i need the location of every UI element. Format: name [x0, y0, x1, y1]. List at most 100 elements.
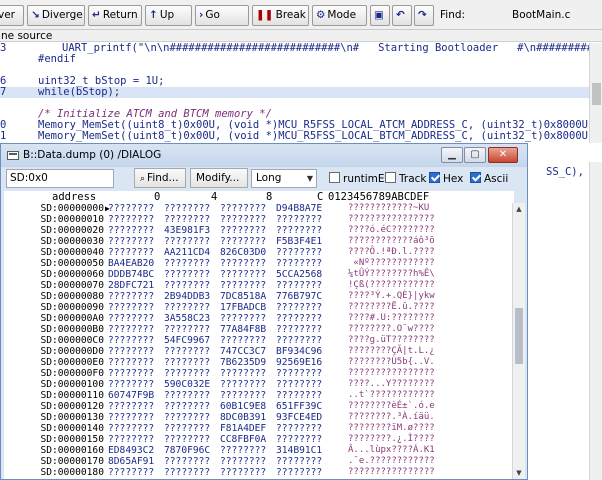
dump-word[interactable]: 776B797C — [276, 291, 336, 302]
dump-word[interactable]: ???????? — [276, 313, 336, 324]
dump-word[interactable]: ???????? — [276, 456, 336, 467]
maximize-button[interactable]: ▢ — [464, 147, 486, 163]
go-button[interactable]: › Go — [195, 5, 249, 26]
dump-word[interactable]: 7B6235D9 — [220, 357, 280, 368]
dump-word[interactable]: ???????? — [276, 280, 336, 291]
dump-word[interactable]: ???????? — [276, 335, 336, 346]
up-button[interactable]: ↑ Up — [145, 5, 192, 26]
runtime-checkbox[interactable]: runtimE — [329, 172, 385, 185]
find-button[interactable]: ⌕ Find... — [134, 168, 186, 188]
dump-word[interactable]: 2B94DDB3 — [164, 291, 224, 302]
dump-word[interactable]: 8DC0B391 — [220, 412, 280, 423]
dump-word[interactable]: D94B8A7E — [276, 203, 336, 214]
dump-scrollbar-thumb[interactable] — [515, 308, 523, 364]
over-button[interactable]: ver — [0, 5, 24, 26]
dump-word[interactable]: ???????? — [220, 225, 280, 236]
dump-word[interactable]: ???????? — [164, 423, 224, 434]
background-scrollbar[interactable] — [589, 162, 602, 480]
diverge-button[interactable]: ↘ Diverge — [27, 5, 85, 26]
break-button[interactable]: ❚❚ Break — [252, 5, 309, 26]
dump-row[interactable]: SD:00000170 8D65AF91?????????????????????… — [4, 456, 512, 467]
dump-word[interactable]: 54FC9967 — [164, 335, 224, 346]
dump-word[interactable]: BF934C96 — [276, 346, 336, 357]
mode-button[interactable]: ⚙ Mode — [312, 5, 367, 26]
dump-word[interactable]: ???????? — [108, 423, 168, 434]
dump-word[interactable]: ???????? — [108, 401, 168, 412]
dump-word[interactable]: 3A558C23 — [164, 313, 224, 324]
dump-word[interactable]: ???????? — [108, 434, 168, 445]
dump-word[interactable]: 590C032E — [164, 379, 224, 390]
dump-word[interactable]: DDDB74BC — [108, 269, 168, 280]
dump-word[interactable]: ???????? — [164, 269, 224, 280]
dump-word[interactable]: ???????? — [108, 412, 168, 423]
dump-word[interactable]: ???????? — [108, 247, 168, 258]
dump-word[interactable]: ???????? — [108, 291, 168, 302]
dump-row[interactable]: SD:000000D0???????????????? 747CC3C7 BF934… — [4, 346, 512, 357]
dump-word[interactable]: ???????? — [276, 368, 336, 379]
dump-word[interactable]: ???????? — [108, 379, 168, 390]
dump-word[interactable]: F81A4DEF — [220, 423, 280, 434]
dump-word[interactable]: ???????? — [164, 456, 224, 467]
dump-word[interactable]: 60B1C9E8 — [220, 401, 280, 412]
dump-word[interactable]: ???????? — [220, 214, 280, 225]
dump-row[interactable]: SD:00000160 ED8493C2 7870F96C???????? 314B9… — [4, 445, 512, 456]
dump-word[interactable]: ???????? — [164, 467, 224, 478]
dump-word[interactable]: 5CCA2568 — [276, 269, 336, 280]
dump-row[interactable]: SD:00000040???????? AA211CD4 826C03D0?????… — [4, 247, 512, 258]
dump-word[interactable]: ???????? — [276, 225, 336, 236]
modify-button[interactable]: Modify... — [190, 168, 248, 188]
dump-word[interactable]: ???????? — [276, 390, 336, 401]
return-button[interactable]: ↵ Return — [88, 5, 142, 26]
dump-word[interactable]: ???????? — [276, 324, 336, 335]
dump-row[interactable]: SD:00000070 28DFC721?????????????????????… — [4, 280, 512, 291]
dump-word[interactable]: CC8FBF0A — [220, 434, 280, 445]
dump-row[interactable]: SD:00000100???????? 590C032E?????????????… — [4, 379, 512, 390]
dump-word[interactable]: ???????? — [164, 236, 224, 247]
dump-word[interactable]: ???????? — [220, 467, 280, 478]
dump-word[interactable]: ???????? — [276, 247, 336, 258]
view-icon-button[interactable]: ▣ — [370, 5, 390, 26]
scroll-down-icon[interactable]: ▼ — [514, 468, 524, 478]
track-checkbox[interactable]: Track — [385, 172, 426, 185]
dump-word[interactable]: ???????? — [164, 368, 224, 379]
dump-row[interactable]: SD:000000E0???????????????? 7B6235D9 92569… — [4, 357, 512, 368]
dump-word[interactable]: 7870F96C — [164, 445, 224, 456]
minimize-button[interactable]: ▁ — [441, 147, 463, 163]
dump-row[interactable]: SD:00000150???????????????? CC8FBF0A?????… — [4, 434, 512, 445]
close-button[interactable]: ✕ — [488, 147, 518, 163]
dump-word[interactable]: ???????? — [108, 346, 168, 357]
dump-row[interactable]: SD:00000020???????? 43E981F3?????????????… — [4, 225, 512, 236]
dump-word[interactable]: ???????? — [164, 203, 224, 214]
dump-word[interactable]: ???????? — [164, 434, 224, 445]
dump-word[interactable]: ???????? — [108, 203, 168, 214]
dump-word[interactable]: 651FF39C — [276, 401, 336, 412]
dump-word[interactable]: ???????? — [220, 335, 280, 346]
dump-word[interactable]: 28DFC721 — [108, 280, 168, 291]
dump-word[interactable]: ???????? — [164, 401, 224, 412]
dump-row[interactable]: SD:00000130???????????????? 8DC0B391 93FCE… — [4, 412, 512, 423]
redo-icon-button[interactable]: ↷ — [414, 5, 434, 26]
dump-word[interactable]: ???????? — [220, 390, 280, 401]
dump-word[interactable]: 17FBADCB — [220, 302, 280, 313]
hex-checkbox[interactable]: Hex — [429, 172, 463, 185]
dump-word[interactable]: ???????? — [164, 280, 224, 291]
dump-word[interactable]: ???????? — [164, 390, 224, 401]
dump-row[interactable]: SD:00000110 60747F9B?????????????????????… — [4, 390, 512, 401]
undo-icon-button[interactable]: ↶ — [392, 5, 412, 26]
dump-word[interactable]: 826C03D0 — [220, 247, 280, 258]
dump-row[interactable]: SD:00000180?????????????????????????????… — [4, 467, 512, 478]
dump-word[interactable]: ???????? — [220, 280, 280, 291]
dump-word[interactable]: ???????? — [220, 269, 280, 280]
dump-word[interactable]: 92569E16 — [276, 357, 336, 368]
dump-row[interactable]: SD:00000010?????????????????????????????… — [4, 214, 512, 225]
dump-word[interactable]: ???????? — [108, 335, 168, 346]
dump-word[interactable]: ???????? — [220, 203, 280, 214]
source-scrollbar[interactable] — [589, 43, 602, 143]
dump-word[interactable]: ???????? — [276, 258, 336, 269]
dump-word[interactable]: ???????? — [164, 346, 224, 357]
dump-row[interactable]: SD:000000A0???????? 3A558C23?????????????… — [4, 313, 512, 324]
source-scrollbar-thumb[interactable] — [592, 83, 601, 105]
dump-row[interactable]: SD:00000060 DDDB74BC???????????????? 5CCA2… — [4, 269, 512, 280]
dump-word[interactable]: ???????? — [108, 324, 168, 335]
dump-word[interactable]: 314B91C1 — [276, 445, 336, 456]
